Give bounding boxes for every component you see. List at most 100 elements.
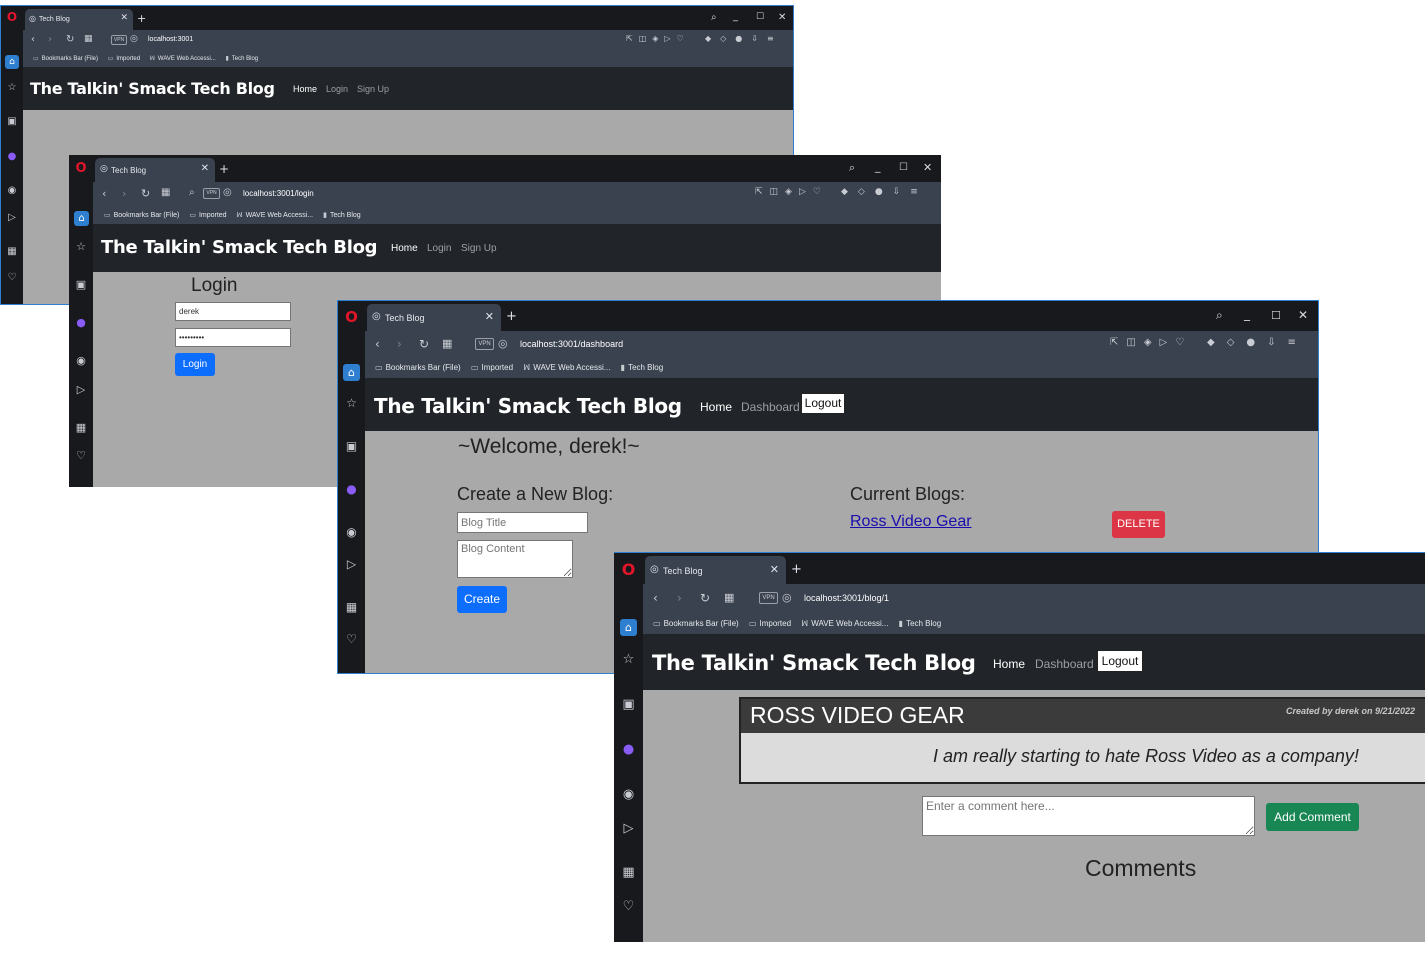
nav-dashboard[interactable]: Dashboard [1035,657,1094,671]
nav-dashboard[interactable]: Dashboard [741,400,800,414]
opera-logo-icon[interactable]: O [1,10,23,24]
bookmark-item[interactable]: WAVE Web Accessi... [158,56,216,62]
bookmark-item[interactable]: Tech Blog [232,56,258,62]
maximize-icon[interactable]: ☐ [1271,309,1281,322]
back-icon[interactable]: ‹ [102,187,106,200]
forward-icon[interactable]: › [397,337,402,351]
bookmark-item[interactable]: Bookmarks Bar (File) [114,212,180,219]
close-icon[interactable]: ✕ [485,310,494,323]
extension-icons[interactable]: ⇱◫◈▷♡ [626,34,690,43]
messenger-icon[interactable]: ● [614,743,643,756]
url-field[interactable]: localhost:3001/login [243,189,314,198]
add-comment-button[interactable]: Add Comment [1266,803,1359,831]
apps-icon[interactable]: ▦ [614,866,643,879]
site-brand[interactable]: The Talkin' Smack Tech Blog [101,237,378,258]
extension-icons[interactable]: ⇱◫◈▷♡ [1110,337,1192,348]
home-icon[interactable]: ⌂ [343,364,360,381]
bookmark-item[interactable]: Tech Blog [330,212,361,219]
nav-home[interactable]: Home [391,243,418,254]
send-icon[interactable]: ▷ [69,384,93,395]
back-icon[interactable]: ‹ [375,337,380,351]
nav-login[interactable]: Login [326,84,348,94]
player-icon[interactable]: ◉ [338,526,365,538]
site-info-icon[interactable]: ◎ [498,337,508,350]
nav-home[interactable]: Home [293,84,317,94]
site-info-icon[interactable]: ◎ [223,187,232,198]
site-info-icon[interactable]: ◎ [130,34,138,44]
bookmark-item[interactable]: Tech Blog [628,363,663,372]
browser-tab[interactable]: ◎ Tech Blog ✕ [95,158,215,182]
bookmark-item[interactable]: Imported [759,619,791,628]
toolbar-icons[interactable]: ◆◇●⇩≡ [1207,337,1308,348]
new-tab-icon[interactable]: + [506,309,517,324]
heart-icon[interactable]: ♡ [614,900,643,913]
minimize-icon[interactable]: _ [875,160,881,173]
toolbar-icons[interactable]: ◆◇●⇩≡ [841,187,928,197]
site-brand[interactable]: The Talkin' Smack Tech Blog [652,651,976,675]
vpn-badge[interactable]: VPN [759,592,778,604]
new-tab-icon[interactable]: + [791,562,802,577]
messenger-icon[interactable]: ● [1,152,23,162]
site-brand[interactable]: The Talkin' Smack Tech Blog [374,394,682,418]
browser-tab[interactable]: ◎ Tech Blog ✕ [645,556,786,584]
reload-icon[interactable]: ↻ [141,187,150,200]
player-icon[interactable]: ◉ [614,788,643,801]
bookmark-item[interactable]: Bookmarks Bar (File) [42,56,98,62]
send-icon[interactable]: ▷ [338,558,365,570]
vpn-badge[interactable]: VPN [475,338,494,350]
vpn-badge[interactable]: VPN [111,35,127,45]
logout-button[interactable]: Logout [1097,650,1143,672]
nav-signup[interactable]: Sign Up [461,243,497,254]
username-input[interactable] [175,302,291,321]
star-icon[interactable]: ☆ [338,397,365,409]
messenger-icon[interactable]: ● [338,483,365,495]
heart-icon[interactable]: ♡ [69,450,93,461]
new-tab-icon[interactable]: + [137,12,146,25]
maximize-icon[interactable]: ☐ [756,12,764,22]
tabs-icon[interactable]: ▦ [724,591,734,604]
url-field[interactable]: localhost:3001 [148,36,193,43]
bag-icon[interactable]: ▣ [69,279,93,290]
extension-icons[interactable]: ⇱◫◈▷♡ [755,187,828,197]
bag-icon[interactable]: ▣ [1,117,23,127]
close-icon[interactable]: ✕ [120,13,128,23]
forward-icon[interactable]: › [122,187,126,200]
reload-icon[interactable]: ↻ [66,34,74,45]
bookmark-item[interactable]: Imported [116,56,140,62]
home-icon[interactable]: ⌂ [5,55,19,69]
search-icon[interactable]: ⌕ [849,161,855,175]
apps-icon[interactable]: ▦ [1,247,23,257]
home-icon[interactable]: ⌂ [74,211,89,226]
close-icon[interactable]: ✕ [770,563,779,576]
apps-icon[interactable]: ▦ [338,601,365,613]
window-close-icon[interactable]: ✕ [778,12,786,23]
nav-signup[interactable]: Sign Up [357,84,389,94]
blog-link[interactable]: Ross Video Gear [850,513,972,531]
tabs-icon[interactable]: ▦ [84,34,93,44]
url-field[interactable]: localhost:3001/blog/1 [804,593,889,603]
bookmark-item[interactable]: WAVE Web Accessi... [533,363,610,372]
reload-icon[interactable]: ↻ [700,591,710,605]
home-icon[interactable]: ⌂ [620,619,637,636]
delete-button[interactable]: DELETE [1112,511,1165,538]
tabs-icon[interactable]: ▦ [161,187,170,198]
bookmark-item[interactable]: WAVE Web Accessi... [811,619,888,628]
logout-button[interactable]: Logout [801,393,845,414]
forward-icon[interactable]: › [48,34,52,45]
close-icon[interactable]: ✕ [201,163,209,174]
reload-icon[interactable]: ↻ [419,337,429,351]
maximize-icon[interactable]: ☐ [899,162,908,173]
create-button[interactable]: Create [457,586,507,613]
back-icon[interactable]: ‹ [31,34,35,45]
vpn-badge[interactable]: VPN [203,188,220,199]
nav-home[interactable]: Home [700,400,732,414]
blog-title-input[interactable] [457,512,588,533]
heart-icon[interactable]: ♡ [338,633,365,645]
back-icon[interactable]: ‹ [653,591,658,605]
send-icon[interactable]: ▷ [1,213,23,223]
minimize-icon[interactable]: _ [733,11,738,22]
star-icon[interactable]: ☆ [1,83,23,93]
forward-icon[interactable]: › [677,591,682,605]
player-icon[interactable]: ◉ [1,186,23,196]
site-brand[interactable]: The Talkin' Smack Tech Blog [30,79,275,98]
